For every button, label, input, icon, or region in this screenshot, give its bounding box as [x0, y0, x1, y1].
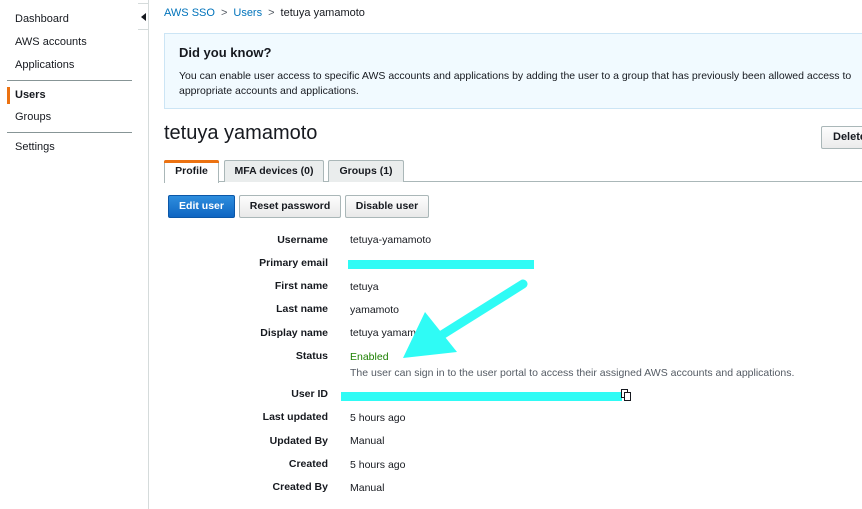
last-updated-label: Last updated: [262, 411, 328, 423]
status-badge: Enabled: [350, 351, 389, 363]
user-id-redaction: [341, 392, 622, 401]
first-name-value: tetuya: [350, 281, 379, 293]
breadcrumb: AWS SSO > Users > tetuya yamamoto: [164, 7, 365, 19]
sidebar-item-aws-accounts[interactable]: AWS accounts: [15, 36, 87, 48]
updated-by-value: Manual: [350, 435, 385, 447]
annotation-arrow-icon: [403, 279, 528, 358]
display-name-label: Display name: [260, 327, 328, 339]
status-note: The user can sign in to the user portal …: [350, 367, 795, 379]
breadcrumb-aws-sso[interactable]: AWS SSO: [164, 7, 215, 19]
updated-by-label: Updated By: [269, 435, 328, 447]
sidebar-item-dashboard[interactable]: Dashboard: [15, 13, 69, 25]
sidebar-item-applications[interactable]: Applications: [15, 59, 74, 71]
username-value: tetuya-yamamoto: [350, 234, 432, 246]
breadcrumb-current: tetuya yamamoto: [280, 7, 365, 19]
reset-password-button[interactable]: Reset password: [239, 195, 341, 218]
banner-title: Did you know?: [179, 45, 272, 60]
copy-icon[interactable]: [621, 389, 631, 401]
created-by-value: Manual: [350, 482, 385, 494]
last-name-label: Last name: [276, 303, 328, 315]
created-value: 5 hours ago: [350, 459, 406, 471]
sidebar-item-groups[interactable]: Groups: [15, 111, 51, 123]
last-updated-value: 5 hours ago: [350, 412, 406, 424]
sidebar-divider: [7, 80, 132, 81]
user-id-label: User ID: [291, 388, 328, 400]
sidebar-active-indicator: [7, 87, 10, 104]
first-name-label: First name: [274, 280, 328, 292]
breadcrumb-users[interactable]: Users: [233, 7, 262, 19]
sidebar-divider: [7, 132, 132, 133]
banner-text: You can enable user access to specific A…: [179, 70, 852, 97]
status-label: Status: [295, 350, 328, 362]
page-title: tetuya yamamoto: [164, 122, 318, 144]
disable-user-button[interactable]: Disable user: [345, 195, 429, 218]
info-banner: Did you know? You can enable user access…: [164, 33, 862, 109]
breadcrumb-separator: >: [220, 7, 228, 19]
tab-profile[interactable]: Profile: [164, 160, 219, 183]
edit-user-button[interactable]: Edit user: [168, 195, 235, 218]
username-label: Username: [277, 234, 328, 246]
breadcrumb-separator: >: [268, 7, 275, 19]
email-redaction: [348, 260, 534, 269]
created-label: Created: [288, 458, 328, 470]
sidebar: Dashboard AWS accounts Applications User…: [0, 0, 149, 509]
caret-left-icon: [140, 12, 146, 21]
created-by-label: Created By: [272, 481, 328, 493]
sidebar-collapse-button[interactable]: [138, 3, 149, 30]
last-name-value: yamamoto: [350, 304, 400, 316]
tab-groups[interactable]: Groups (1): [328, 160, 404, 182]
tab-mfa-devices[interactable]: MFA devices (0): [224, 160, 324, 182]
primary-email-label: Primary email: [259, 257, 328, 269]
sidebar-item-settings[interactable]: Settings: [15, 141, 55, 153]
delete-user-button[interactable]: Delete: [821, 126, 862, 149]
sidebar-item-users[interactable]: Users: [15, 89, 46, 101]
